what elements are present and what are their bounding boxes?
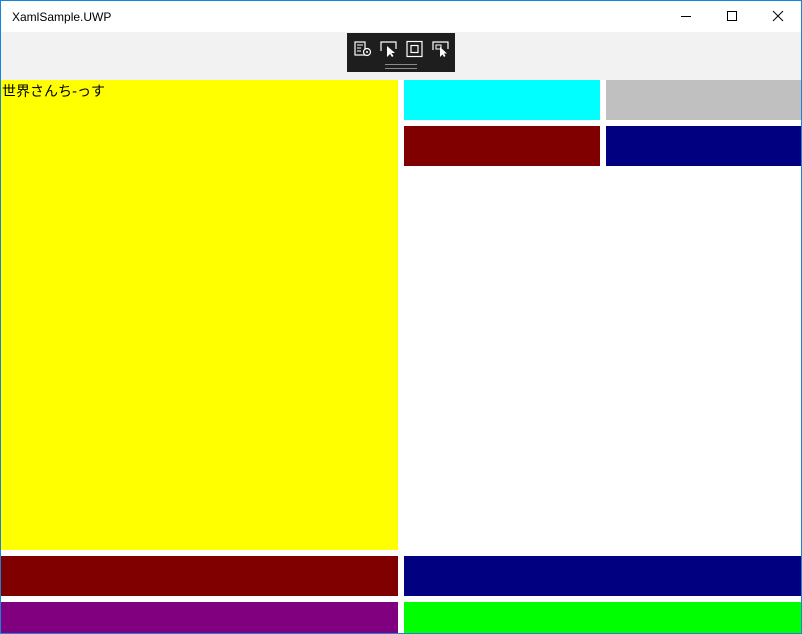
app-window: XamlSample.UWP 世界さんち-っす: [0, 0, 802, 634]
in-app-debug-toolbar: [347, 33, 455, 72]
maximize-button[interactable]: [709, 1, 755, 32]
select-element-icon: [380, 41, 397, 57]
live-visual-tree-button[interactable]: [353, 40, 373, 58]
select-element-button[interactable]: [379, 40, 399, 58]
close-button[interactable]: [755, 1, 801, 32]
silver-box: [606, 80, 801, 120]
maroon-bar: [1, 556, 398, 596]
maximize-icon: [727, 11, 737, 21]
lime-bar: [404, 602, 801, 633]
greeting-text: 世界さんち-っす: [2, 84, 106, 100]
track-focus-icon: [432, 41, 449, 57]
close-icon: [772, 10, 784, 22]
minimize-button[interactable]: [663, 1, 709, 32]
track-focus-button[interactable]: [431, 40, 451, 58]
display-layout-adorners-icon: [406, 40, 423, 58]
display-layout-adorners-button[interactable]: [405, 40, 425, 58]
live-visual-tree-icon: [354, 41, 372, 57]
purple-bar: [1, 602, 398, 633]
maroon-box: [404, 126, 600, 166]
cyan-box: [404, 80, 600, 120]
navy-box: [606, 126, 801, 166]
toolbar-grip[interactable]: [385, 64, 417, 69]
title-bar[interactable]: XamlSample.UWP: [1, 1, 801, 32]
navy-bar: [404, 556, 801, 596]
debug-toolbar-band: [1, 32, 801, 80]
minimize-icon: [681, 16, 691, 17]
yellow-panel: 世界さんち-っす: [1, 80, 398, 550]
window-title: XamlSample.UWP: [12, 10, 112, 24]
